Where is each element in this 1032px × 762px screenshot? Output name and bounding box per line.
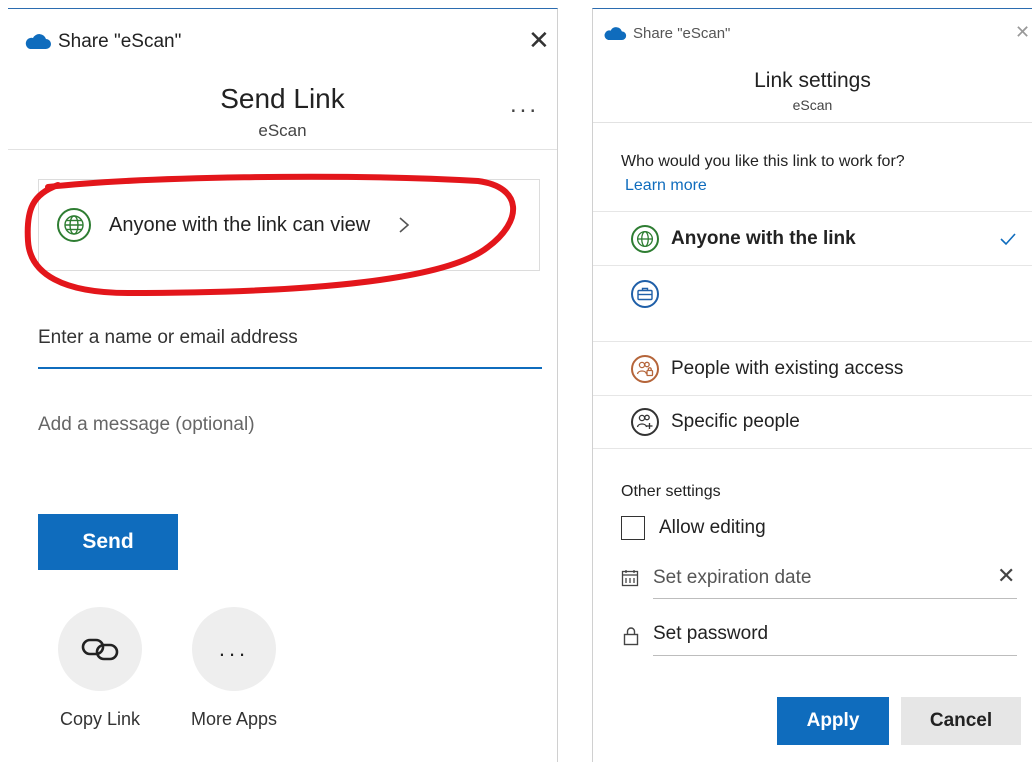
send-button[interactable]: Send — [38, 514, 178, 570]
clear-date-icon[interactable]: ✕ — [997, 563, 1015, 589]
close-icon[interactable]: ✕ — [1015, 23, 1030, 41]
check-icon — [1000, 232, 1016, 245]
recipient-input[interactable]: Enter a name or email address — [38, 327, 542, 349]
header-divider — [593, 122, 1032, 123]
dialog-title-bar: Share "eScan" — [24, 31, 181, 53]
option-label: Specific people — [671, 411, 800, 432]
option-anyone[interactable]: Anyone with the link — [593, 211, 1032, 265]
globe-icon — [631, 224, 659, 253]
annotation-circle — [24, 173, 516, 297]
page-title: Link settings — [754, 69, 871, 92]
option-organization[interactable] — [593, 265, 1032, 337]
page-subtitle: eScan — [792, 97, 833, 113]
expiration-date-input[interactable]: Set expiration date — [653, 567, 811, 589]
link-settings-dialog: Share "eScan" ✕ Link settings eScan Who … — [592, 8, 1032, 762]
cloud-icon — [604, 26, 627, 40]
apply-button[interactable]: Apply — [777, 697, 889, 745]
dialog-title: Share "eScan" — [633, 25, 731, 42]
message-input[interactable]: Add a message (optional) — [38, 414, 542, 436]
option-specific-people[interactable]: Specific people — [593, 395, 1032, 449]
briefcase-icon — [631, 280, 659, 308]
page-subtitle: eScan — [258, 121, 307, 140]
send-link-dialog: Share "eScan" ✕ Send Link eScan ... Anyo… — [8, 8, 558, 762]
option-label: People with existing access — [671, 357, 904, 379]
option-label: Anyone with the link — [671, 227, 856, 249]
recipient-underline — [38, 367, 542, 369]
option-existing-access[interactable]: People with existing access — [593, 341, 1032, 395]
more-apps-label: More Apps — [190, 709, 278, 729]
copy-link-button[interactable] — [58, 607, 142, 691]
more-apps-button[interactable]: ... — [192, 607, 276, 691]
cloud-icon — [25, 34, 51, 49]
cancel-button[interactable]: Cancel — [901, 697, 1021, 745]
calendar-icon — [621, 570, 639, 587]
dialog-title-bar: Share "eScan" — [603, 25, 730, 42]
allow-editing-row[interactable]: Allow editing — [621, 516, 766, 540]
people-add-icon — [631, 408, 659, 436]
allow-editing-checkbox[interactable] — [621, 516, 645, 540]
password-underline — [653, 655, 1017, 656]
other-settings-heading: Other settings — [621, 483, 721, 500]
more-icon[interactable]: ... — [510, 91, 539, 119]
copy-link-label: Copy Link — [59, 709, 141, 729]
people-lock-icon — [631, 354, 659, 383]
expiration-underline — [653, 598, 1017, 599]
page-title: Send Link — [220, 83, 345, 114]
close-icon[interactable]: ✕ — [528, 27, 550, 53]
dialog-title: Share "eScan" — [58, 31, 182, 52]
learn-more-link[interactable]: Learn more — [625, 177, 707, 195]
password-input[interactable]: Set password — [653, 623, 768, 645]
allow-editing-label: Allow editing — [659, 517, 766, 538]
audience-question: Who would you like this link to work for… — [621, 153, 905, 170]
link-icon — [81, 638, 119, 661]
ellipsis-icon: ... — [218, 636, 250, 661]
header-divider — [8, 149, 557, 150]
lock-icon — [623, 627, 639, 646]
